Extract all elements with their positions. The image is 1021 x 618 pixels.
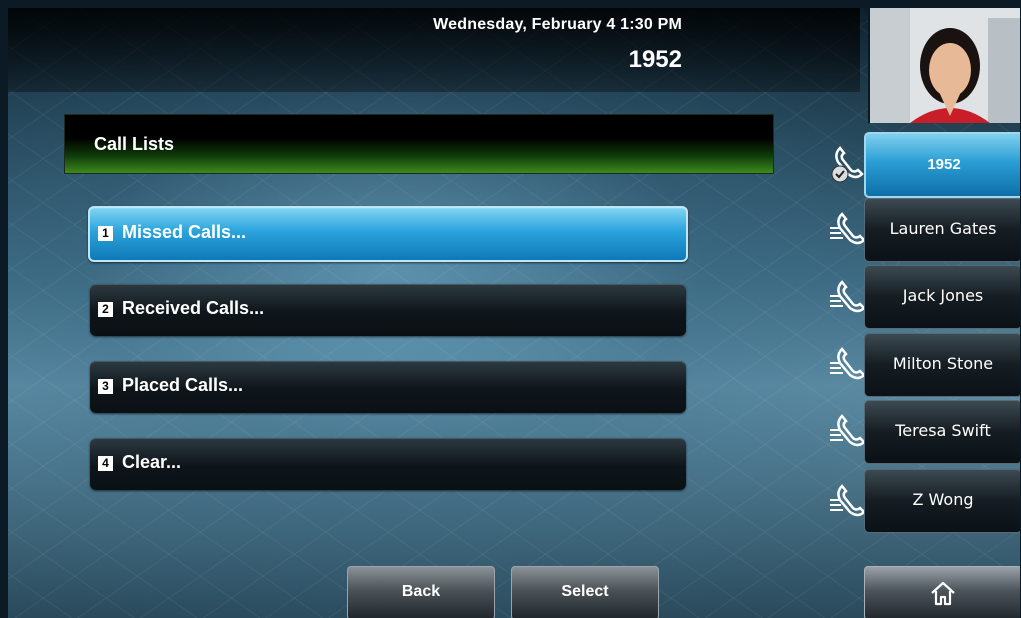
menu-item-number: 4 bbox=[98, 456, 113, 471]
line-key-label: Milton Stone bbox=[892, 354, 994, 373]
line-key-label: Z Wong bbox=[912, 490, 974, 509]
line-key-jack-jones[interactable]: Jack Jones bbox=[864, 265, 1020, 329]
menu-item-number: 3 bbox=[98, 379, 113, 394]
menu-item-label: Placed Calls... bbox=[122, 375, 244, 395]
line-key-label: Teresa Swift bbox=[895, 421, 991, 440]
line-key-milton-stone[interactable]: Milton Stone bbox=[864, 333, 1020, 397]
menu-item-number: 2 bbox=[98, 302, 113, 317]
line-key-teresa-swift[interactable]: Teresa Swift bbox=[864, 400, 1020, 464]
screen-title-bar: Call Lists bbox=[64, 114, 774, 174]
phone-screen: Wednesday, February 4 1:30 PM 1952 Call … bbox=[8, 8, 1020, 618]
user-avatar bbox=[868, 8, 1020, 123]
select-button[interactable]: Select bbox=[511, 566, 659, 618]
line-key-lauren-gates[interactable]: Lauren Gates bbox=[864, 198, 1020, 262]
menu-item-label: Clear... bbox=[122, 452, 182, 472]
home-button[interactable] bbox=[864, 566, 1020, 618]
menu-item-label: Missed Calls... bbox=[122, 222, 247, 242]
date-time: Wednesday, February 4 1:30 PM bbox=[433, 16, 682, 33]
menu-item-received-calls[interactable]: 2 Received Calls... bbox=[90, 284, 686, 336]
line-key-label: 1952 bbox=[927, 156, 961, 173]
line-key-1952[interactable]: 1952 bbox=[864, 132, 1020, 198]
extension-number: 1952 bbox=[628, 46, 682, 73]
menu-item-missed-calls[interactable]: 1 Missed Calls... bbox=[88, 206, 688, 262]
home-icon bbox=[931, 581, 955, 606]
select-button-label: Select bbox=[561, 583, 609, 600]
status-bar: Wednesday, February 4 1:30 PM 1952 bbox=[8, 8, 860, 92]
line-key-label: Lauren Gates bbox=[889, 219, 997, 238]
screen-title: Call Lists bbox=[94, 134, 175, 154]
back-button-label: Back bbox=[401, 583, 441, 600]
menu-item-number: 1 bbox=[98, 226, 113, 241]
menu-item-clear[interactable]: 4 Clear... bbox=[90, 438, 686, 490]
menu-item-label: Received Calls... bbox=[122, 298, 265, 318]
line-key-z-wong[interactable]: Z Wong bbox=[864, 469, 1020, 533]
menu-item-placed-calls[interactable]: 3 Placed Calls... bbox=[90, 361, 686, 413]
back-button[interactable]: Back bbox=[347, 566, 495, 618]
line-key-label: Jack Jones bbox=[902, 286, 984, 305]
